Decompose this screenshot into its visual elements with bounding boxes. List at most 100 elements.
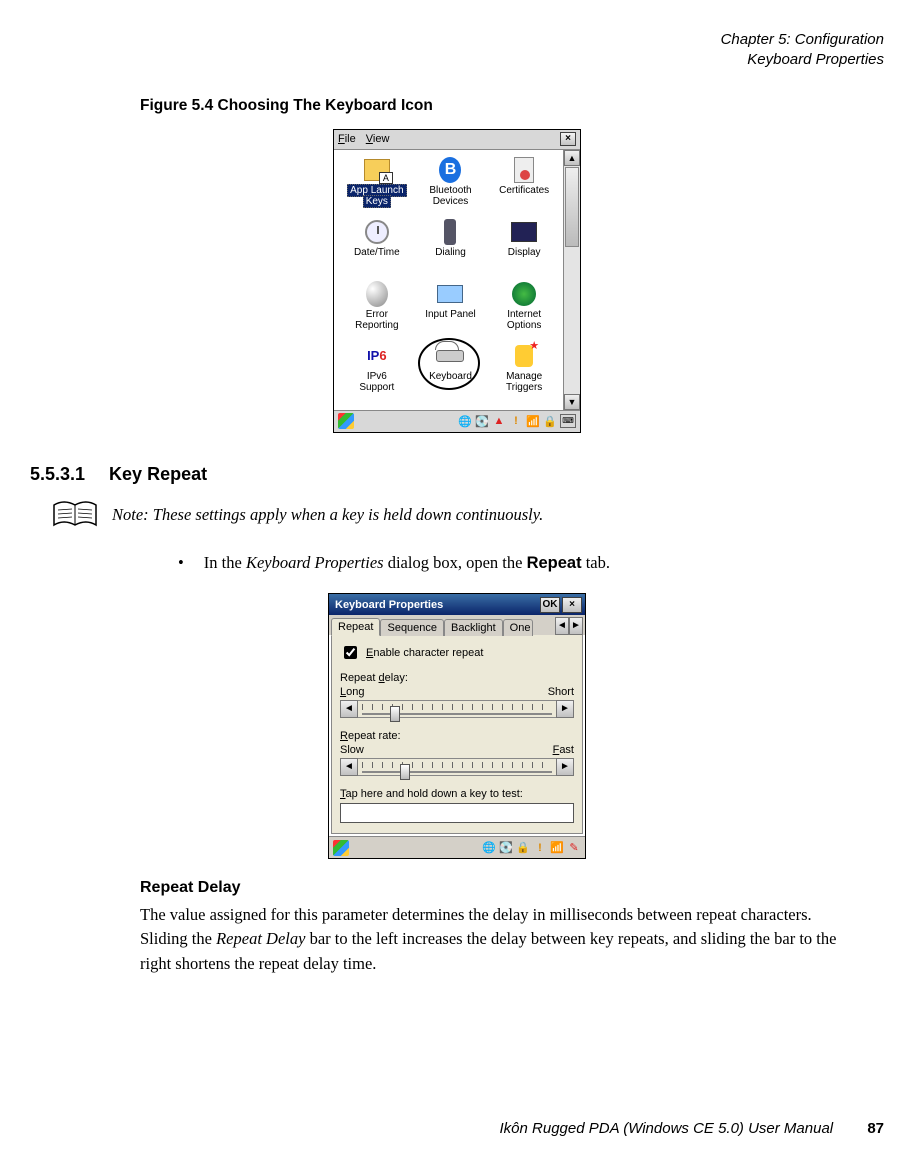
tray-exclaim-icon[interactable]: !: [509, 414, 523, 428]
control-panel-item[interactable]: InternetOptions: [487, 278, 561, 340]
control-panel-item[interactable]: IP6IPv6Support: [340, 340, 414, 402]
tab-one[interactable]: One: [503, 619, 534, 636]
section-number: 5.5.3.1: [30, 464, 85, 484]
control-panel-item-label: ErrorReporting: [355, 309, 398, 331]
instruction-bullet: • In the Keyboard Properties dialog box,…: [178, 553, 884, 573]
tab-scroll-left-button[interactable]: ◄: [555, 617, 569, 635]
control-panel-window: File View × App LaunchKeys BBluetoothDevi…: [333, 129, 581, 433]
control-panel-item[interactable]: Input Panel: [414, 278, 488, 340]
repeat-delay-slider[interactable]: ◄ ►: [340, 700, 574, 718]
taskbar: 🌐 💽 ▲ ! 📶 🔒 ⌨: [334, 410, 580, 432]
delay-right-label: Short: [548, 686, 574, 698]
control-panel-item-label: Date/Time: [354, 247, 400, 258]
rate-left-label: Slow: [340, 744, 364, 756]
window-title: Keyboard Properties: [335, 599, 443, 611]
bullet-dot: •: [178, 553, 184, 573]
control-panel-item[interactable]: Date/Time: [340, 216, 414, 278]
enable-repeat-checkbox-row[interactable]: Enable character repeat: [340, 643, 574, 662]
display-icon: [509, 218, 539, 246]
titlebar: Keyboard Properties OK ×: [329, 594, 585, 615]
control-panel-item[interactable]: Dialing: [414, 216, 488, 278]
ok-button[interactable]: OK: [540, 597, 560, 613]
error-icon: [362, 280, 392, 308]
running-header-l2: Keyboard Properties: [30, 50, 884, 70]
control-panel-item[interactable]: App LaunchKeys: [340, 154, 414, 216]
menu-view[interactable]: View: [366, 133, 390, 145]
tray-disk-icon[interactable]: 💽: [499, 841, 513, 855]
scrollbar[interactable]: ▲ ▼: [563, 150, 580, 410]
tray-warn-icon[interactable]: ▲: [492, 414, 506, 428]
taskbar: 🌐 💽 🔒 ! 📶 ✎: [329, 836, 585, 858]
tray-globe-icon[interactable]: 🌐: [458, 414, 472, 428]
tab-repeat[interactable]: Repeat: [331, 618, 380, 636]
delay-track[interactable]: [358, 700, 556, 718]
control-panel-item-label: Certificates: [499, 185, 549, 196]
date-time-icon: [362, 218, 392, 246]
tab-content: Enable character repeat Repeat delay: Lo…: [331, 635, 583, 834]
subheading: Repeat Delay: [140, 879, 884, 897]
tab-scroll-right-button[interactable]: ►: [569, 617, 583, 635]
start-button-icon[interactable]: [333, 840, 349, 856]
start-button-icon[interactable]: [338, 413, 354, 429]
page-footer: Ikôn Rugged PDA (Windows CE 5.0) User Ma…: [500, 1120, 884, 1137]
tab-strip: Repeat Sequence Backlight One ◄ ►: [329, 615, 585, 635]
tray-net-icon[interactable]: 📶: [550, 841, 564, 855]
control-panel-item-label: Keyboard: [429, 371, 472, 382]
control-panel-item-label: App LaunchKeys: [347, 185, 406, 207]
tray-net-icon[interactable]: 📶: [526, 414, 540, 428]
tray-lock-icon[interactable]: 🔒: [543, 414, 557, 428]
repeat-delay-label: Repeat delay:: [340, 672, 574, 684]
control-panel-item[interactable]: Keyboard: [414, 340, 488, 402]
tab-sequence[interactable]: Sequence: [380, 619, 444, 636]
tab-backlight[interactable]: Backlight: [444, 619, 503, 636]
footer-text: Ikôn Rugged PDA (Windows CE 5.0) User Ma…: [500, 1120, 834, 1137]
close-button[interactable]: ×: [560, 132, 576, 146]
tray-edit-icon[interactable]: ✎: [567, 841, 581, 855]
test-input[interactable]: [340, 803, 574, 823]
control-panel-item[interactable]: Display: [487, 216, 561, 278]
repeat-rate-label: Repeat rate:: [340, 730, 574, 742]
control-panel-item[interactable]: BBluetoothDevices: [414, 154, 488, 216]
delay-inc-button[interactable]: ►: [556, 700, 574, 718]
close-button[interactable]: ×: [562, 597, 582, 613]
tray-exclaim-icon[interactable]: !: [533, 841, 547, 855]
control-panel-item-label: ManageTriggers: [506, 371, 542, 393]
certificates-icon: [509, 156, 539, 184]
scroll-thumb[interactable]: [565, 167, 579, 247]
menubar: File View ×: [334, 130, 580, 150]
note-block: Note: These settings apply when a key is…: [52, 499, 884, 531]
internet-icon: [509, 280, 539, 308]
bluetooth-icon: B: [435, 156, 465, 184]
rate-thumb[interactable]: [400, 764, 410, 780]
tray-lock-icon[interactable]: 🔒: [516, 841, 530, 855]
tray-globe-icon[interactable]: 🌐: [482, 841, 496, 855]
rate-dec-button[interactable]: ◄: [340, 758, 358, 776]
note-text: Note: These settings apply when a key is…: [112, 505, 543, 525]
delay-thumb[interactable]: [390, 706, 400, 722]
rate-inc-button[interactable]: ►: [556, 758, 574, 776]
control-panel-item[interactable]: Certificates: [487, 154, 561, 216]
menu-file[interactable]: File: [338, 133, 356, 145]
running-header-l1: Chapter 5: Configuration: [30, 30, 884, 50]
control-panel-item-label: Dialing: [435, 247, 466, 258]
scroll-track[interactable]: [564, 166, 580, 394]
scroll-down-button[interactable]: ▼: [564, 394, 580, 410]
delay-left-label: Long: [340, 686, 364, 698]
enable-repeat-checkbox[interactable]: [344, 646, 357, 659]
repeat-rate-slider[interactable]: ◄ ►: [340, 758, 574, 776]
figure-caption: Figure 5.4 Choosing The Keyboard Icon: [140, 97, 884, 115]
delay-dec-button[interactable]: ◄: [340, 700, 358, 718]
control-panel-item-label: InternetOptions: [507, 309, 541, 331]
app-launch-icon: [362, 156, 392, 184]
control-panel-item[interactable]: ErrorReporting: [340, 278, 414, 340]
enable-repeat-label: Enable character repeat: [366, 647, 483, 659]
control-panel-item-label: Input Panel: [425, 309, 476, 320]
section-heading: 5.5.3.1 Key Repeat: [30, 464, 884, 485]
tray-sip-icon[interactable]: ⌨: [560, 414, 576, 428]
scroll-up-button[interactable]: ▲: [564, 150, 580, 166]
section-title: Key Repeat: [109, 464, 207, 484]
rate-track[interactable]: [358, 758, 556, 776]
tray-disk-icon[interactable]: 💽: [475, 414, 489, 428]
test-label: Tap here and hold down a key to test:: [340, 788, 574, 800]
control-panel-item[interactable]: ManageTriggers: [487, 340, 561, 402]
